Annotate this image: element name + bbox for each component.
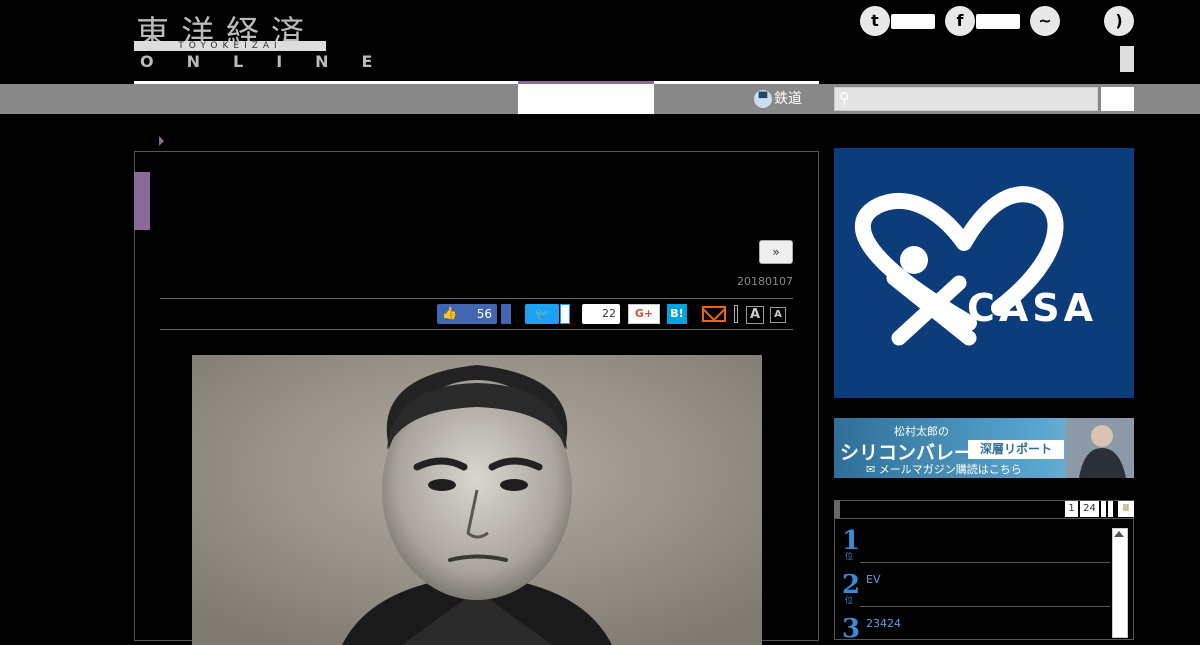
like-count: 56 (476, 307, 492, 321)
rank-suffix-2: 位 (845, 596, 853, 605)
ranking-divider (860, 562, 1110, 563)
ranking-header-rule (834, 518, 1134, 519)
search-input[interactable] (834, 87, 1098, 111)
next-page-button[interactable]: » (759, 240, 793, 264)
font-large-button[interactable]: A (746, 306, 764, 324)
search-button[interactable] (1101, 87, 1134, 111)
nav-item-railway-label: 鉄道 (774, 91, 802, 107)
google-plus-button[interactable]: G+ (628, 304, 660, 324)
pocket-count[interactable]: 22 (582, 304, 620, 324)
breadcrumb-arrow-icon (159, 136, 164, 146)
casa-heart-icon: ® (855, 186, 1064, 346)
casa-advertisement[interactable]: ® (834, 148, 1134, 398)
ranking-item-3[interactable]: 23424 (866, 617, 901, 630)
banner-author: 松村太郎の (894, 425, 949, 438)
ranking-tab-24h[interactable]: 24 (1080, 501, 1099, 517)
tweet-count (560, 304, 570, 324)
facebook-share-button[interactable] (501, 304, 511, 324)
ranking-tab-5[interactable]: Ⅲ (1118, 501, 1134, 517)
print-icon[interactable] (734, 305, 738, 323)
share-rule-bottom (160, 329, 793, 330)
search-icon: ⚲ (839, 89, 850, 107)
rss-icon[interactable]: ) (1104, 6, 1134, 36)
mail-icon[interactable] (702, 306, 726, 322)
twitter-follow-count (891, 14, 935, 29)
nav-item-railway[interactable]: ▀ 鉄道 (754, 88, 802, 108)
ranking-header-bar (834, 500, 840, 518)
tweet-button[interactable]: 🐦 (525, 304, 559, 324)
ranking-tab-1h[interactable]: 1 (1065, 501, 1078, 517)
rank-number-3: 3 (842, 614, 861, 644)
rank-suffix-1: 位 (845, 552, 853, 561)
banner-tag: 深層リポート (968, 440, 1064, 459)
login-button[interactable] (1120, 46, 1134, 72)
facebook-like-button[interactable]: 👍 56 (437, 304, 497, 324)
ranking-tab-4[interactable] (1108, 501, 1113, 517)
ranking-divider (860, 606, 1110, 607)
twitter-icon[interactable]: t (860, 6, 890, 36)
svg-text:®: ® (942, 295, 952, 306)
logo-online: ONLINE (140, 52, 406, 71)
scroll-up-arrow-icon[interactable] (1114, 531, 1124, 537)
ranking-tab-3[interactable] (1101, 501, 1106, 517)
article-date: 20180107 (737, 275, 793, 288)
nav-item-active[interactable] (518, 81, 654, 114)
banner-cta: ✉ メールマガジン購読はこちら (866, 463, 1022, 476)
facebook-icon[interactable]: f (945, 6, 975, 36)
casa-wordmark: CASA (967, 286, 1098, 330)
messenger-icon[interactable]: ~ (1030, 6, 1060, 36)
facebook-like-count (976, 14, 1020, 29)
title-accent-bar (134, 172, 150, 230)
nav-top-rule (134, 81, 819, 84)
hatena-bookmark-button[interactable]: B! (667, 304, 687, 324)
ranking-item-2[interactable]: EV (866, 573, 880, 586)
share-rule-top (160, 298, 793, 299)
font-small-button[interactable]: A (770, 307, 786, 323)
portrait-illustration (192, 355, 762, 645)
twitter-bird-icon: 🐦 (534, 307, 550, 321)
logo-romaji: TOYOKEIZAI (134, 41, 326, 51)
thumbs-up-icon: 👍 (442, 306, 457, 320)
train-icon: ▀ (754, 90, 772, 108)
article-photo (192, 355, 762, 645)
ranking-scrollbar[interactable] (1112, 528, 1128, 638)
